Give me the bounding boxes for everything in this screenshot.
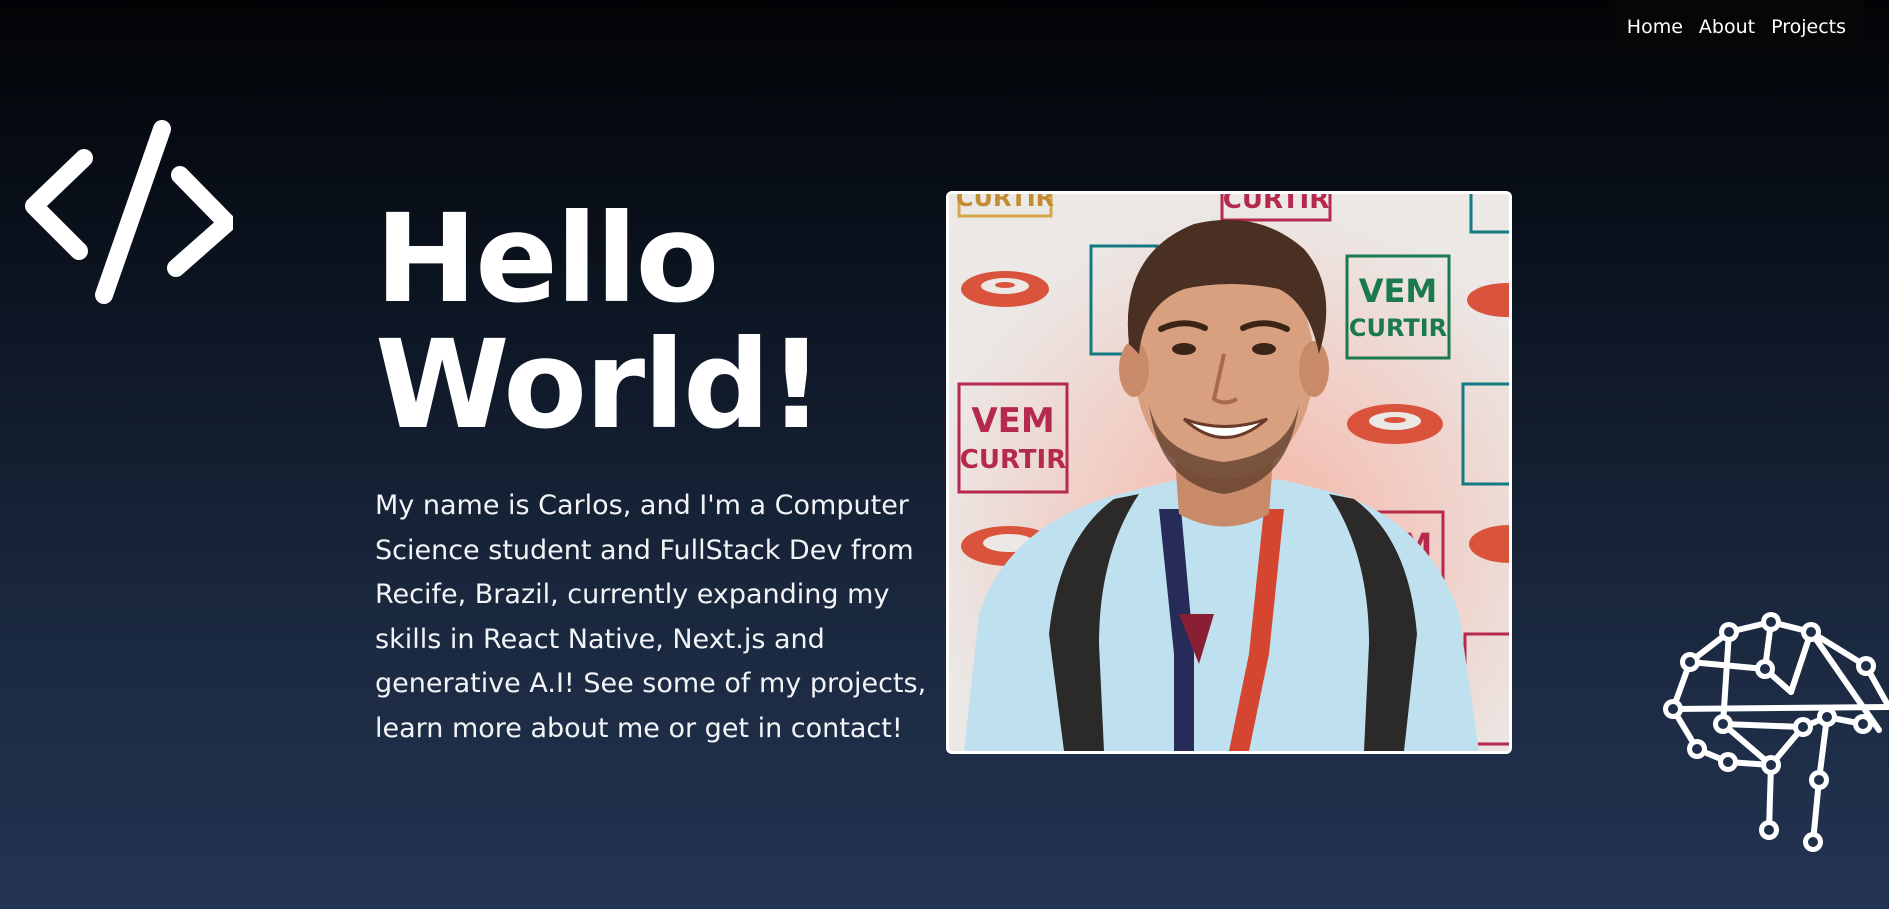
- backdrop-text: CURTIR: [960, 445, 1066, 475]
- brain-network-icon: [1663, 612, 1889, 852]
- top-navigation: Home About Projects: [1608, 0, 1864, 54]
- code-icon: [25, 120, 233, 304]
- hero-description: My name is Carlos, and I'm a Computer Sc…: [375, 490, 927, 744]
- backdrop-text: VEM: [971, 401, 1054, 441]
- backdrop-text: CURTIR: [1349, 314, 1447, 342]
- nav-home-link[interactable]: Home: [1627, 16, 1683, 38]
- nav-projects-link[interactable]: Projects: [1771, 16, 1846, 38]
- nav-about-link[interactable]: About: [1699, 16, 1755, 38]
- hero-section: Hello World! My name is Carlos, and I'm …: [375, 196, 935, 751]
- backdrop-text: CURTIR: [1223, 194, 1329, 215]
- hero-title: Hello World!: [375, 196, 935, 448]
- backdrop-text: VEM: [1359, 272, 1437, 310]
- hero-title-line-2: World!: [375, 314, 824, 456]
- profile-photo: CURTIR CURTIR VEM CURTIR VEM CURTIR: [946, 191, 1512, 754]
- hero-title-line-1: Hello: [375, 188, 719, 330]
- backdrop-text: CURTIR: [956, 194, 1054, 212]
